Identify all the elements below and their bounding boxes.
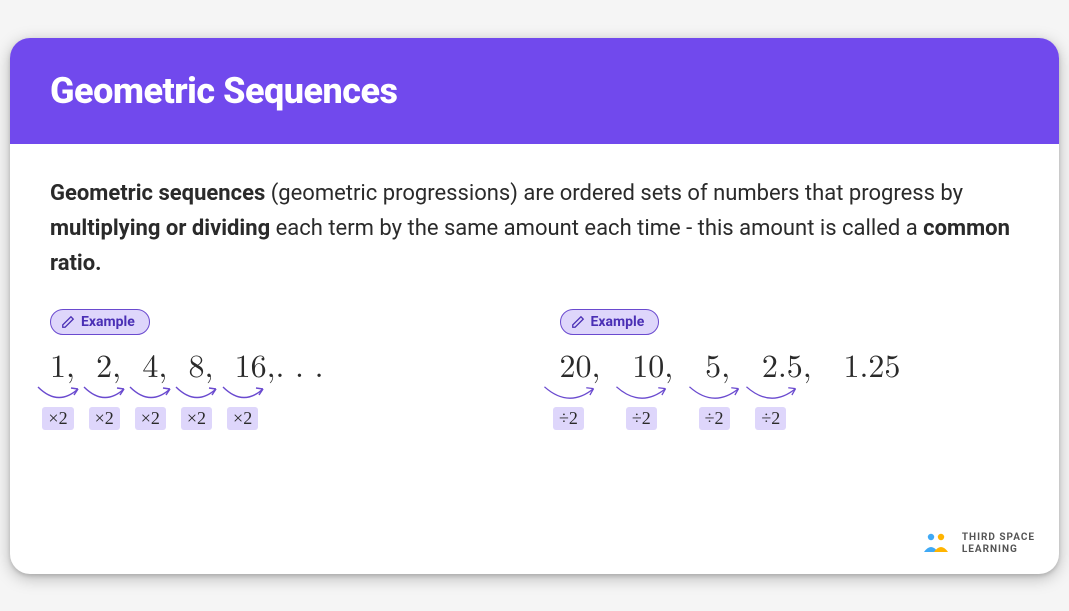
arrow-icon — [34, 385, 82, 405]
op-label: ×2 — [89, 407, 120, 430]
arrow-icon — [172, 385, 220, 405]
term: 2.5, — [762, 349, 844, 387]
term: 16, — [235, 349, 276, 387]
term-bold: Geometric sequences — [50, 181, 265, 206]
term-bold: multiplying or dividing — [50, 216, 270, 241]
sequence-1: 1, ×2 2, ×2 4, — [50, 349, 510, 430]
arrow-icon — [538, 385, 600, 405]
example-badge: Example — [50, 309, 150, 335]
pencil-icon — [61, 315, 75, 329]
term: 2, — [96, 349, 142, 387]
op-label: ÷2 — [755, 407, 786, 430]
op-label: ÷2 — [626, 407, 657, 430]
logo-text: THIRD SPACE LEARNING — [962, 532, 1035, 556]
term: 10, — [632, 349, 705, 387]
example-block-2: Example 20, ÷2 10, ÷2 — [560, 309, 1020, 430]
op-label: ×2 — [42, 407, 73, 430]
card-body: Geometric sequences (geometric progressi… — [10, 144, 1059, 574]
term: 1, — [50, 349, 96, 387]
arrow-icon — [740, 385, 802, 405]
example-badge: Example — [560, 309, 660, 335]
pencil-icon — [571, 315, 585, 329]
op-label: ×2 — [181, 407, 212, 430]
term: 4, — [142, 349, 188, 387]
op-label: ×2 — [135, 407, 166, 430]
card-header: Geometric Sequences — [10, 38, 1059, 144]
term: 1.25 — [844, 349, 901, 387]
page-title: Geometric Sequences — [50, 70, 1019, 112]
term: 20, — [560, 349, 633, 387]
term: 5, — [705, 349, 762, 387]
sequence-2: 20, ÷2 10, ÷2 5, — [560, 349, 1020, 430]
arrow-icon — [80, 385, 128, 405]
op-label: ÷2 — [553, 407, 584, 430]
arrow-icon — [610, 385, 672, 405]
examples-row: Example 1, ×2 2, ×2 — [50, 309, 1019, 430]
op-label: ÷2 — [699, 407, 730, 430]
brand-logo: THIRD SPACE LEARNING — [922, 532, 1035, 556]
ellipsis: . . . — [276, 349, 324, 387]
term: 8, — [188, 349, 234, 387]
arrow-icon — [126, 385, 174, 405]
example-block-1: Example 1, ×2 2, ×2 — [50, 309, 510, 430]
arrow-icon — [219, 385, 267, 405]
lesson-card: Geometric Sequences Geometric sequences … — [10, 38, 1059, 574]
op-label: ×2 — [227, 407, 258, 430]
definition-text: Geometric sequences (geometric progressi… — [50, 176, 1019, 282]
logo-icon — [922, 532, 952, 556]
